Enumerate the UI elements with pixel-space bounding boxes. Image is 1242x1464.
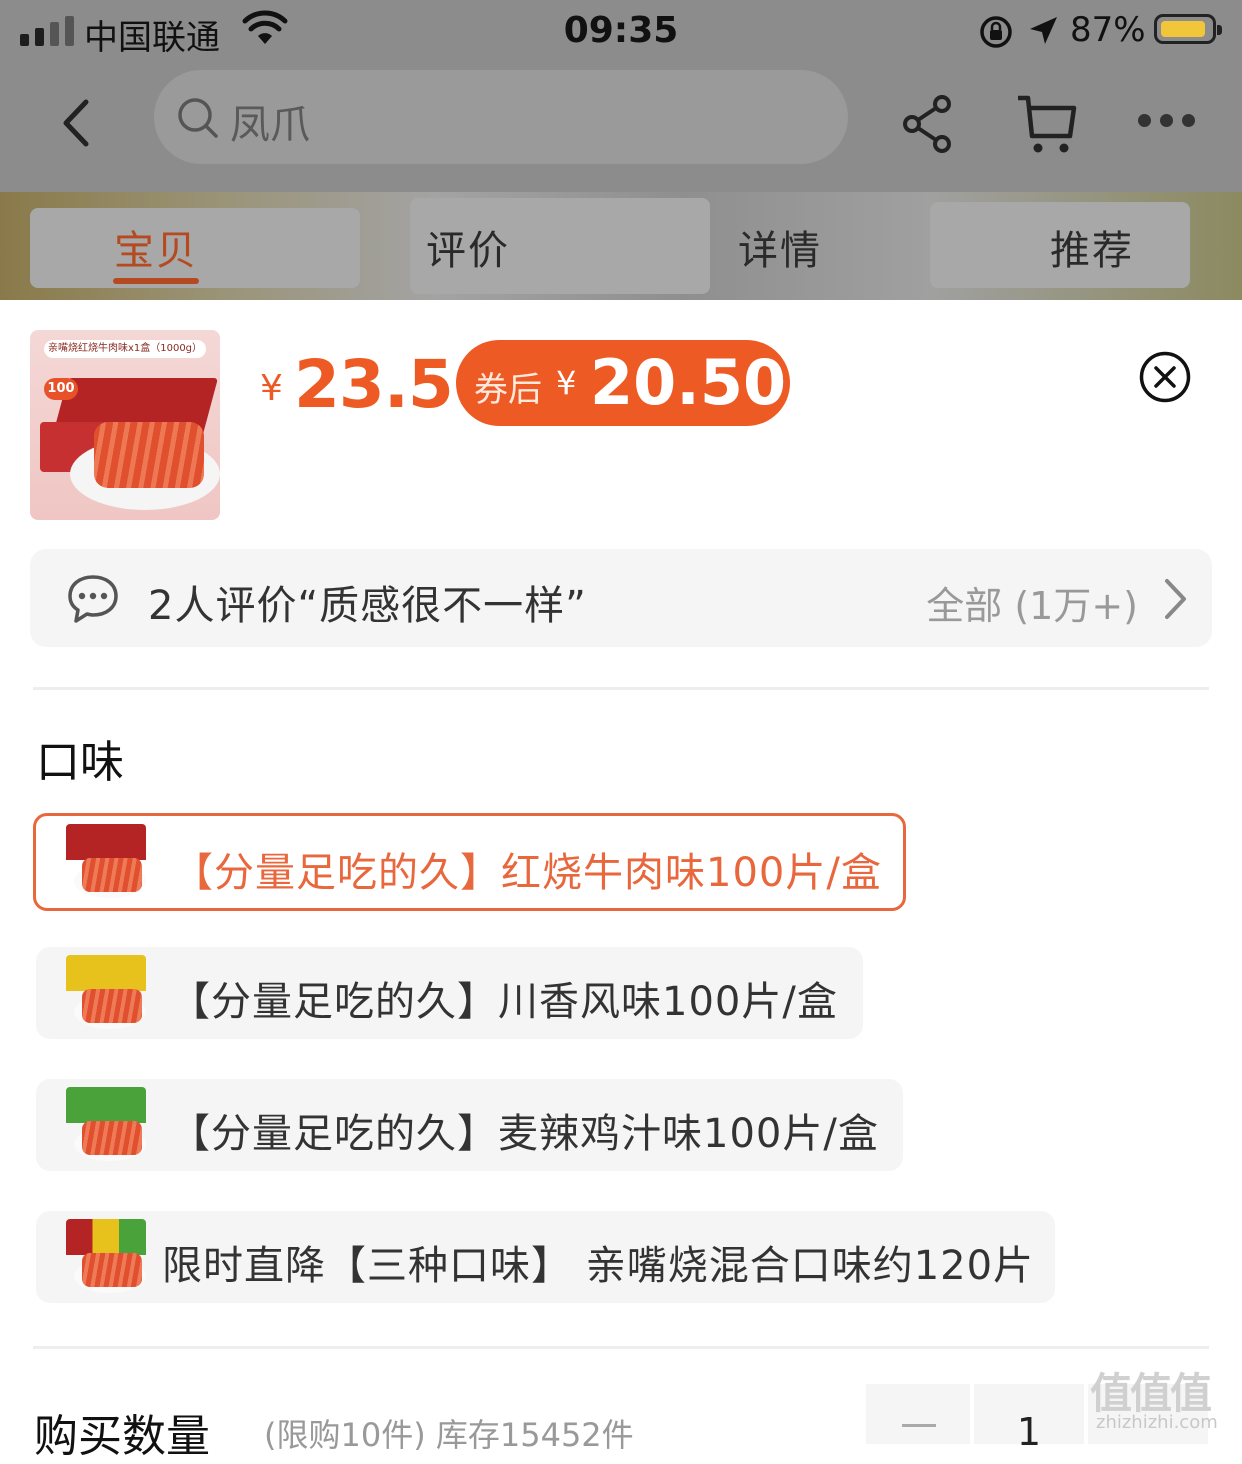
watermark: 值值值 zhizhizhi.com [1090, 1360, 1240, 1436]
flavor-option-spicy-chicken[interactable]: 【分量足吃的久】麦辣鸡汁味100片/盒 [36, 1079, 903, 1171]
review-all-link[interactable]: 全部 (1万+) [926, 575, 1138, 630]
chevron-left-icon [63, 99, 89, 147]
option-thumbnail [66, 955, 146, 1031]
quantity-stock-note: (限购10件) 库存15452件 [264, 1416, 634, 1454]
option-thumbnail [66, 824, 146, 900]
review-summary-bar[interactable]: 2人评价“质感很不一样” 全部 (1万+) [30, 549, 1212, 647]
quantity-label: 购买数量 [34, 1411, 210, 1462]
location-arrow-icon [1026, 14, 1060, 52]
price-currency: ¥ [260, 368, 283, 409]
flavor-option-sichuan[interactable]: 【分量足吃的久】川香风味100片/盒 [36, 947, 863, 1039]
sku-selection-sheet: 亲嘴烧红烧牛肉味x1盒（1000g） 100 ¥ 23.5 券后 ¥ 20.50… [0, 300, 1242, 1462]
chevron-right-icon [1160, 577, 1190, 625]
coupon-label: 券后 [474, 370, 542, 410]
search-query-text: 凤爪 [230, 102, 310, 148]
price: 23.5 [294, 346, 454, 423]
tab-item[interactable]: 宝贝 [114, 218, 198, 276]
battery-percent: 87% [1070, 10, 1146, 50]
option-thumbnail [66, 1219, 146, 1295]
option-label: 【分量足吃的久】红烧牛肉味100片/盒 [173, 850, 882, 896]
tab-recommend[interactable]: 推荐 [1050, 218, 1134, 276]
coupon-price-badge: 券后 ¥ 20.50 [456, 340, 790, 426]
watermark-url: zhizhizhi.com [1096, 1412, 1218, 1433]
thumbnail-badge: 100 [44, 378, 78, 400]
minus-icon [902, 1424, 936, 1427]
option-label: 限时直降【三种口味】 亲嘴烧混合口味约120片 [162, 1243, 1035, 1289]
chat-bubble-icon [66, 573, 120, 629]
coupon-currency: ¥ [556, 364, 577, 402]
search-input[interactable]: 凤爪 [154, 70, 848, 164]
active-tab-indicator [113, 278, 199, 284]
option-label: 【分量足吃的久】川香风味100片/盒 [170, 979, 838, 1025]
close-button[interactable] [1139, 351, 1191, 403]
search-icon [176, 96, 220, 144]
more-options-button[interactable] [1138, 114, 1195, 127]
thumbnail-caption: 亲嘴烧红烧牛肉味x1盒（1000g） [44, 340, 206, 358]
product-thumbnail[interactable]: 亲嘴烧红烧牛肉味x1盒（1000g） 100 [30, 330, 220, 520]
flavor-option-beef[interactable]: 【分量足吃的久】红烧牛肉味100片/盒 [33, 813, 906, 911]
share-button[interactable] [900, 94, 956, 158]
quantity-stepper[interactable]: 1 [974, 1384, 1084, 1454]
status-bar: 中国联通 09:35 87% [0, 0, 1242, 64]
cart-button[interactable] [1014, 92, 1080, 160]
tab-details[interactable]: 详情 [738, 218, 822, 276]
share-icon [903, 95, 951, 153]
flavor-section-title: 口味 [36, 737, 124, 788]
battery-icon [1154, 14, 1222, 44]
review-highlight: 2人评价“质感很不一样” [148, 583, 587, 629]
option-label: 【分量足吃的久】麦辣鸡汁味100片/盒 [170, 1111, 879, 1157]
flavor-option-mixed[interactable]: 限时直降【三种口味】 亲嘴烧混合口味约120片 [36, 1211, 1055, 1303]
coupon-price: 20.50 [590, 346, 787, 419]
cart-icon [1018, 95, 1077, 153]
back-button[interactable] [54, 96, 102, 150]
option-thumbnail [66, 1087, 146, 1163]
rotation-lock-icon [978, 14, 1014, 54]
divider [33, 1346, 1209, 1349]
divider [33, 687, 1209, 690]
background-overlay: 中国联通 09:35 87% 凤爪 宝贝 评价 详情 推荐 [0, 0, 1242, 300]
tab-reviews[interactable]: 评价 [426, 218, 510, 276]
top-nav-bar: 凤爪 [0, 66, 1242, 176]
close-icon [1139, 351, 1191, 403]
quantity-decrease-button[interactable] [866, 1384, 970, 1444]
